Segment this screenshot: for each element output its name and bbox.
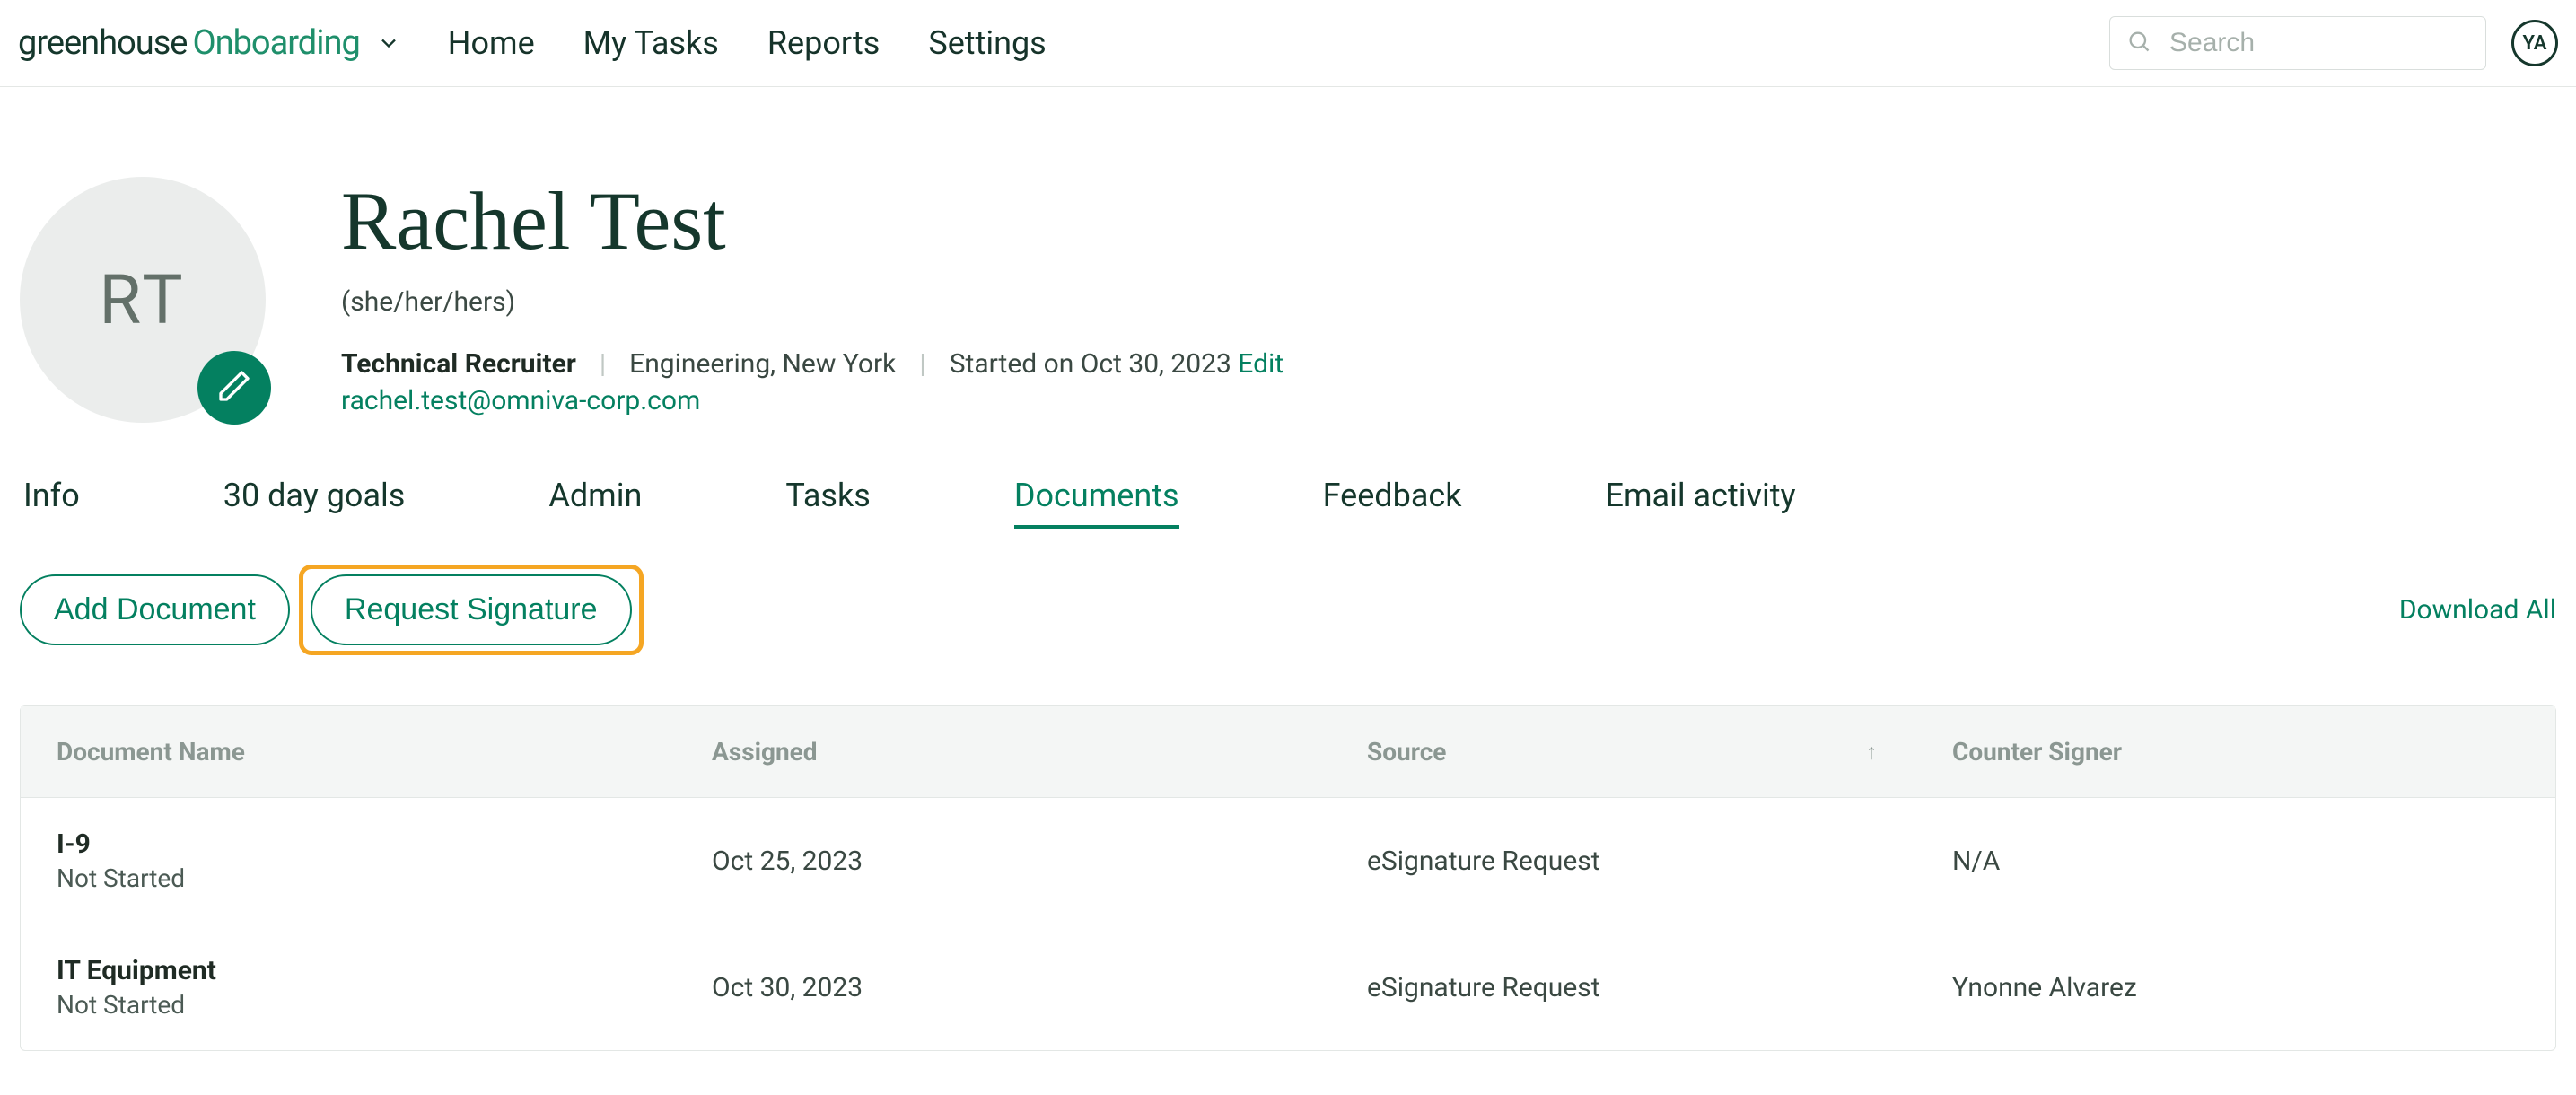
col-document-name[interactable]: Document Name — [21, 706, 676, 797]
document-actions: Add Document Request Signature Download … — [0, 529, 2576, 655]
request-signature-highlight: Request Signature — [299, 565, 644, 655]
logo-text-main: greenhouse — [18, 23, 187, 63]
current-user-avatar[interactable]: YA — [2511, 20, 2558, 66]
col-action: Action — [2572, 706, 2576, 797]
profile-meta: Technical Recruiter | Engineering, New Y… — [341, 348, 1284, 380]
cell-counter-signer: Ynonne Alvarez — [1916, 942, 2572, 1034]
profile-initials: RT — [99, 259, 186, 340]
document-status: Not Started — [57, 863, 640, 893]
logo[interactable]: greenhouse Onboarding — [18, 23, 360, 63]
document-status: Not Started — [57, 990, 640, 1020]
cell-document-name: IT Equipment Not Started — [21, 924, 676, 1050]
col-counter-signer[interactable]: Counter Signer — [1916, 706, 2572, 797]
profile-tabs: Info 30 day goals Admin Tasks Documents … — [0, 423, 2576, 529]
profile-role: Technical Recruiter — [341, 348, 576, 380]
meta-separator: | — [919, 348, 925, 380]
chevron-down-icon[interactable] — [376, 31, 401, 56]
cell-action — [2572, 951, 2576, 1023]
cell-source: eSignature Request — [1331, 815, 1916, 907]
nav-reports[interactable]: Reports — [767, 24, 880, 62]
tab-feedback[interactable]: Feedback — [1323, 477, 1462, 529]
search-input[interactable] — [2169, 28, 2469, 58]
current-user-initials: YA — [2523, 32, 2547, 55]
add-document-button[interactable]: Add Document — [20, 574, 290, 645]
table-row: IT Equipment Not Started Oct 30, 2023 eS… — [21, 924, 2555, 1050]
app-header: greenhouse Onboarding Home My Tasks Repo… — [0, 0, 2576, 87]
edit-start-date-link[interactable]: Edit — [1238, 348, 1284, 380]
tab-30-day-goals[interactable]: 30 day goals — [223, 477, 406, 529]
nav-my-tasks[interactable]: My Tasks — [583, 24, 719, 62]
tab-tasks[interactable]: Tasks — [785, 477, 870, 529]
pencil-icon — [216, 368, 252, 407]
download-all-link[interactable]: Download All — [2399, 594, 2556, 626]
cell-source: eSignature Request — [1331, 942, 1916, 1034]
col-source-label: Source — [1367, 737, 1446, 766]
profile-info: Rachel Test (she/her/hers) Technical Rec… — [341, 177, 1284, 423]
documents-table: Document Name Assigned Source ↑ Counter … — [20, 705, 2556, 1051]
col-source[interactable]: Source ↑ — [1331, 706, 1916, 797]
col-assigned[interactable]: Assigned — [676, 706, 1331, 797]
profile-department: Engineering, New York — [629, 348, 896, 380]
profile-name: Rachel Test — [341, 173, 1284, 268]
request-signature-button[interactable]: Request Signature — [311, 574, 632, 645]
meta-separator: | — [600, 348, 606, 380]
nav-home[interactable]: Home — [448, 24, 535, 62]
tab-email-activity[interactable]: Email activity — [1606, 477, 1796, 529]
profile-section: RT Rachel Test (she/her/hers) Technical … — [0, 87, 2576, 423]
cell-assigned: Oct 25, 2023 — [676, 815, 1331, 907]
edit-avatar-button[interactable] — [197, 351, 271, 425]
tab-documents[interactable]: Documents — [1014, 477, 1179, 529]
search-icon — [2126, 29, 2151, 57]
main-nav: Home My Tasks Reports Settings — [448, 24, 1047, 62]
nav-settings[interactable]: Settings — [928, 24, 1046, 62]
profile-pronouns: (she/her/hers) — [341, 286, 1284, 318]
table-row: I-9 Not Started Oct 25, 2023 eSignature … — [21, 798, 2555, 924]
table-header: Document Name Assigned Source ↑ Counter … — [21, 706, 2555, 798]
cell-action — [2572, 825, 2576, 897]
logo-text-sub: Onboarding — [192, 23, 359, 63]
profile-email[interactable]: rachel.test@omniva-corp.com — [341, 385, 1284, 416]
document-title[interactable]: IT Equipment — [57, 955, 640, 986]
profile-start-date: Started on Oct 30, 2023 — [950, 348, 1231, 380]
tab-info[interactable]: Info — [23, 477, 80, 529]
cell-assigned: Oct 30, 2023 — [676, 942, 1331, 1034]
sort-ascending-icon: ↑ — [1866, 739, 1877, 765]
tab-admin[interactable]: Admin — [548, 477, 642, 529]
cell-document-name: I-9 Not Started — [21, 798, 676, 924]
search-box[interactable] — [2109, 16, 2486, 70]
document-title[interactable]: I-9 — [57, 828, 640, 860]
cell-counter-signer: N/A — [1916, 815, 2572, 907]
profile-avatar-wrap: RT — [20, 177, 266, 423]
